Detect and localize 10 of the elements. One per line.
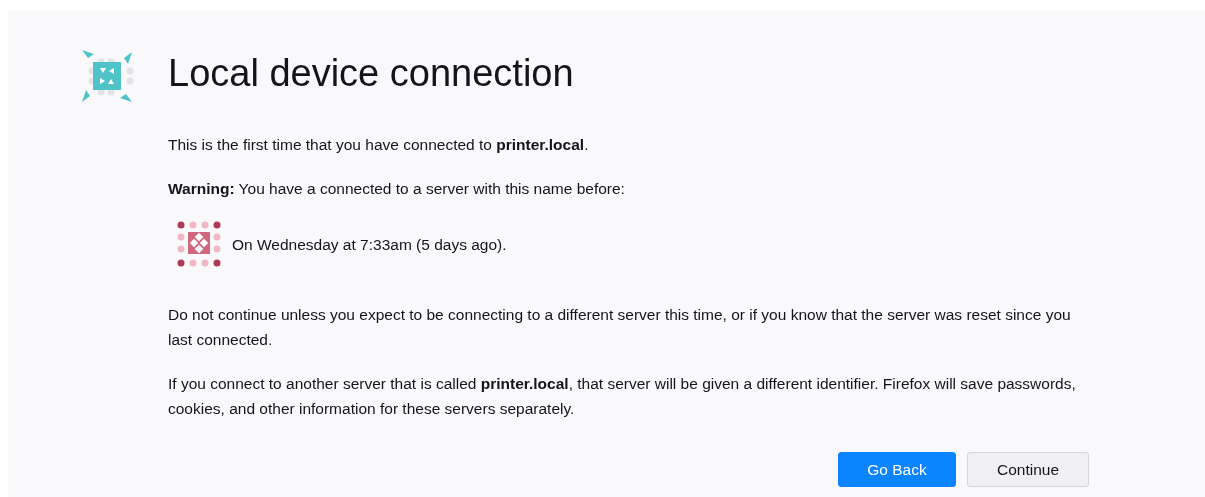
fingerprint-icon xyxy=(176,220,222,268)
secondary-button[interactable]: Continue xyxy=(967,452,1089,487)
body-paragraph: Do not continue unless you expect to be connecting to a different server this time, or if you know that the server was reset since you last connected. xyxy=(168,305,1072,350)
page-title: Local device connection xyxy=(168,51,575,96)
warning-text: Warning: You have a connected to a server with this name before: xyxy=(168,179,626,199)
primary-button[interactable]: Go Back xyxy=(838,452,956,487)
connection-date: On Wednesday at 7:33am (5 days ago). xyxy=(232,234,507,255)
body-paragraph: If you connect to another server that is called printer.local, that server will be given a different identifier. Firefox will save passwords, cookies, and other information for these servers separately. xyxy=(168,374,1077,419)
device-icon xyxy=(80,48,134,104)
intro-text: This is the first time that you have connected to printer.local. xyxy=(168,135,590,155)
